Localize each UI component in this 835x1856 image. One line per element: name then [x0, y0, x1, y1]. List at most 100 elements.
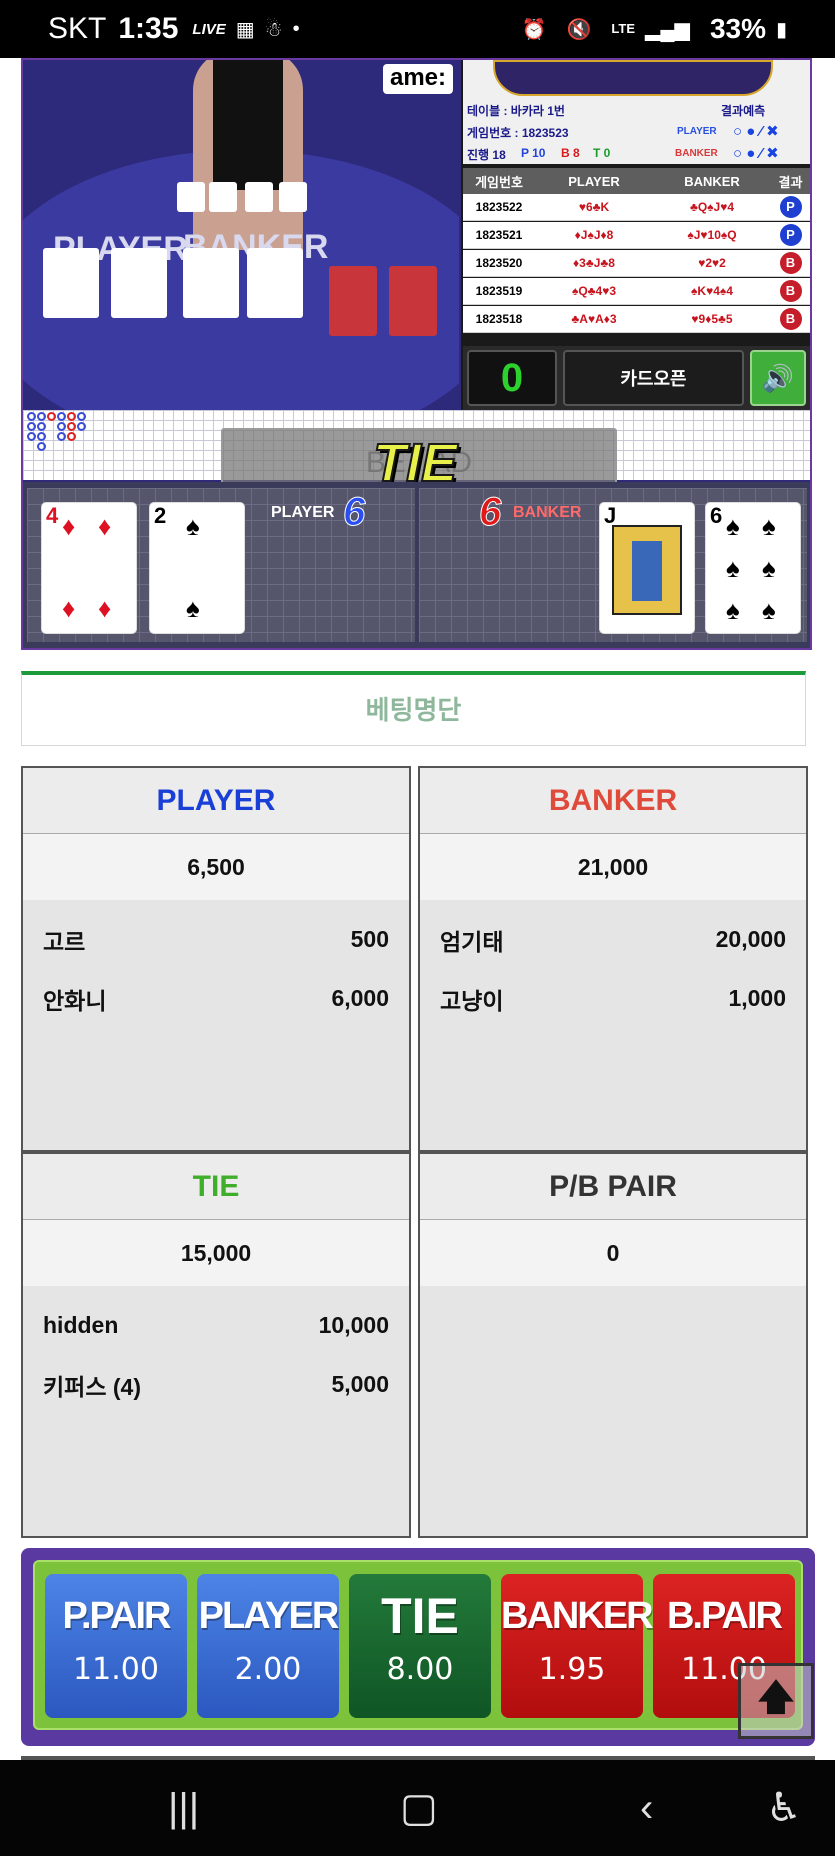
carrier-label: SKT	[48, 12, 107, 45]
history-row: 1823520 ♦3♣J♣8 ♥2♥2 B	[463, 250, 810, 277]
banker-card-1: J	[599, 502, 695, 634]
result-badge: P	[779, 196, 802, 218]
battery-icon: ▮	[775, 18, 787, 41]
player-count: P 10	[521, 146, 546, 160]
live-icon: LIVE	[192, 20, 226, 38]
bet-list-title: 베팅명단	[21, 671, 806, 746]
bettor-row: 엄기태 20,000	[420, 910, 806, 969]
live-video: ame: PLAYER BANKER	[23, 60, 459, 410]
history-row: 1823522 ♥6♣K ♣Q♠J♥4 P	[463, 194, 810, 221]
pair-total: 0	[420, 1220, 806, 1286]
card-open-button[interactable]: 카드오픈	[563, 350, 744, 406]
tie-total: 15,000	[23, 1220, 409, 1286]
card-shoe	[329, 266, 377, 336]
result-badge: P	[779, 224, 802, 246]
video-card	[183, 248, 239, 318]
alarm-icon: ⏰	[521, 18, 547, 41]
bettor-name: hidden	[43, 1312, 119, 1338]
player-tag: PLAYER	[677, 126, 717, 137]
video-card	[43, 248, 99, 318]
status-bar: SKT 1:35 LIVE ▦ ☃ • ⏰ 🔇 LTE ▂▄▆ 33% ▮	[0, 0, 835, 58]
prediction-banker-icons[interactable]: ○ ● ⁄ ✖	[733, 144, 779, 162]
banker-total: 21,000	[420, 834, 806, 900]
banker-panel-header: BANKER	[420, 768, 806, 834]
speaker-icon[interactable]: 🔊	[750, 350, 806, 406]
bettor-name: 키퍼스 (4)	[43, 1373, 141, 1400]
odds-label: BANKER	[501, 1595, 654, 1637]
mute-icon: 🔇	[566, 18, 592, 41]
result-badge: B	[779, 280, 802, 302]
bettor-name: 안화니	[43, 987, 107, 1014]
odds-value: 1.95	[538, 1652, 606, 1687]
accessibility-icon[interactable]: ♿	[766, 1788, 802, 1828]
video-card	[111, 248, 167, 318]
calendar-icon: ▦	[235, 18, 255, 41]
odds-label: B.PAIR	[667, 1595, 783, 1637]
banker-tray: 6 BANKER J 6 ♠ ♠ ♠ ♠ ♠ ♠	[419, 488, 807, 642]
odds-value: 8.00	[386, 1652, 454, 1687]
prediction-label: 결과예측	[721, 104, 766, 118]
notification-icon: ☃	[264, 18, 283, 41]
bet-amount: 10,000	[318, 1312, 389, 1338]
result-badge: B	[779, 252, 802, 274]
bettor-name: 엄기태	[440, 928, 504, 955]
clock: 1:35	[118, 12, 179, 45]
round-counter: 0	[467, 350, 557, 406]
progress-label: 진행 18	[467, 148, 506, 162]
banker-tag: BANKER	[675, 148, 718, 159]
lte-icon: LTE	[611, 21, 635, 36]
bet-amount: 5,000	[331, 1371, 389, 1397]
odds-value: 2.00	[234, 1652, 302, 1687]
bet-amount: 500	[350, 926, 389, 952]
tie-count: T 0	[593, 146, 611, 160]
player-score: 6	[342, 490, 366, 535]
player-total: 6,500	[23, 834, 409, 900]
bet-amount: 1,000	[728, 985, 786, 1011]
bet-amount: 6,000	[331, 985, 389, 1011]
game-info-panel: 테이블 : 바카라 1번 결과예측 게임번호 : 1823523 PLAYER …	[461, 60, 810, 410]
player-card-2: 2 ♠ ♠	[149, 502, 245, 634]
bettor-row: hidden 10,000	[23, 1296, 409, 1355]
bettor-name: 고냥이	[440, 987, 504, 1014]
jack-face	[612, 525, 682, 615]
bet-amount: 20,000	[715, 926, 786, 952]
dot-icon: •	[292, 17, 300, 40]
odds-bar: P.PAIR 11.00 PLAYER 2.00 TIE 8.00 BANKER 1.95 B.…	[21, 1548, 815, 1746]
odds-button-banker[interactable]: BANKER 1.95	[501, 1574, 654, 1718]
history-row: 1823518 ♣A♥A♦3 ♥9♦5♣5 B	[463, 306, 810, 333]
card-shoe	[389, 266, 437, 336]
odds-label: P.PAIR	[62, 1595, 172, 1637]
player-bet-panel: PLAYER 6,500 고르 500 안화니 6,000	[21, 766, 411, 1152]
odds-button-player[interactable]: PLAYER 2.00	[197, 1574, 339, 1718]
prediction-player-icons[interactable]: ○ ● ⁄ ✖	[733, 122, 779, 140]
game-view: ame: PLAYER BANKER 테이블 : 바카라 1번 결과예측 게임번…	[21, 58, 812, 650]
video-brand: ame:	[383, 64, 453, 94]
back-icon[interactable]: ‹	[640, 1788, 653, 1828]
recents-icon[interactable]: |||	[168, 1788, 199, 1828]
signal-icon: ▂▄▆	[645, 18, 690, 41]
odds-value: 11.00	[73, 1652, 159, 1687]
odds-button-p-pair[interactable]: P.PAIR 11.00	[45, 1574, 187, 1718]
odds-label: PLAYER	[198, 1595, 340, 1637]
bettor-row: 안화니 6,000	[23, 969, 409, 1028]
banker-bet-panel: BANKER 21,000 엄기태 20,000 고냥이 1,000	[418, 766, 808, 1152]
home-icon[interactable]: ▢	[400, 1788, 438, 1828]
banker-card-2: 6 ♠ ♠ ♠ ♠ ♠ ♠	[705, 502, 801, 634]
player-panel-header: PLAYER	[23, 768, 409, 834]
odds-button-tie[interactable]: TIE 8.00	[349, 1574, 491, 1718]
banker-score-label: BANKER	[513, 504, 582, 521]
player-score-label: PLAYER	[271, 504, 335, 521]
table-label: 테이블 : 바카라 1번	[467, 104, 565, 118]
bettor-row: 고르 500	[23, 910, 409, 969]
player-tray: 4 ♦ ♦ ♦ ♦ 2 ♠ ♠ PLAYER 6	[27, 488, 415, 642]
bettor-row: 키퍼스 (4) 5,000	[23, 1355, 409, 1414]
odds-label: TIE	[381, 1588, 459, 1644]
title-banner	[493, 60, 773, 96]
arrow-up-icon[interactable]: 🡅	[738, 1663, 814, 1739]
banker-score: 6	[478, 490, 502, 535]
result-badge: B	[779, 308, 802, 330]
game-number: 게임번호 : 1823523	[467, 126, 569, 140]
history-row: 1823519 ♠Q♣4♥3 ♠K♥4♠4 B	[463, 278, 810, 305]
tie-bet-panel: TIE 15,000 hidden 10,000 키퍼스 (4) 5,000	[21, 1152, 411, 1538]
history-header: 게임번호 PLAYER BANKER 결과	[463, 168, 810, 194]
